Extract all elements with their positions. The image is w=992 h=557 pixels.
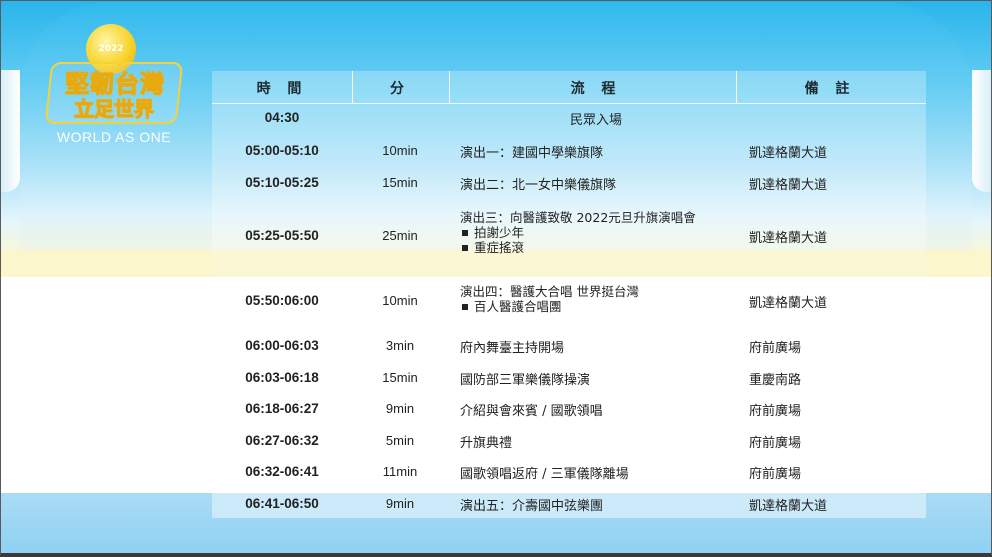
event-logo: 2022 堅韌台灣 立足世界 WORLD AS ONE bbox=[44, 24, 184, 154]
header-minutes: 分 bbox=[390, 81, 410, 97]
header-column-divider bbox=[736, 71, 737, 104]
opening-event: 民眾入場 bbox=[569, 113, 622, 128]
header-time: 時 間 bbox=[256, 81, 308, 97]
row-program-title: 演出三：向醫護致敬 2022元旦升旗演唱會 bbox=[460, 210, 696, 225]
row-time: 06:32-06:41 bbox=[245, 464, 319, 479]
row-note: 凱達格蘭大道 bbox=[749, 499, 828, 514]
logo-slogan: WORLD AS ONE bbox=[56, 129, 172, 145]
row-note: 凱達格蘭大道 bbox=[749, 296, 828, 311]
row-note: 重慶南路 bbox=[749, 373, 802, 388]
row-minutes: 10min bbox=[382, 143, 418, 158]
bullet-icon bbox=[462, 304, 468, 310]
row-program: 演出五：介壽國中弦樂團 bbox=[460, 499, 604, 514]
row-program-sub: 拍謝少年 bbox=[460, 225, 696, 240]
row-time: 05:25-05:50 bbox=[245, 228, 319, 243]
row-note: 凱達格蘭大道 bbox=[749, 146, 828, 161]
left-side-panel bbox=[0, 70, 20, 192]
row-note: 府前廣場 bbox=[749, 341, 802, 356]
row-program: 演出三：向醫護致敬 2022元旦升旗演唱會 拍謝少年 重症搖滾 bbox=[460, 210, 696, 255]
row-time: 06:00-06:03 bbox=[245, 338, 319, 353]
row-time: 05:10-05:25 bbox=[245, 175, 319, 190]
row-program: 升旗典禮 bbox=[460, 436, 513, 451]
row-time: 05:00-05:10 bbox=[245, 143, 319, 158]
row-program: 國歌領唱返府 / 三軍儀隊離場 bbox=[460, 467, 629, 482]
row-minutes: 5min bbox=[385, 433, 415, 448]
logo-line-2: 立足世界 bbox=[74, 97, 155, 122]
logo-year: 2022 bbox=[98, 44, 124, 54]
row-time: 06:27-06:32 bbox=[245, 433, 319, 448]
header-divider bbox=[212, 103, 926, 104]
row-minutes: 10min bbox=[382, 293, 418, 308]
row-note: 府前廣場 bbox=[749, 467, 802, 482]
right-side-panel bbox=[972, 70, 992, 192]
row-minutes: 15min bbox=[382, 370, 418, 385]
row-minutes: 25min bbox=[382, 228, 418, 243]
row-program: 國防部三軍樂儀隊操演 bbox=[460, 373, 591, 388]
header-notes: 備 註 bbox=[804, 81, 856, 97]
header-column-divider bbox=[352, 71, 353, 104]
row-minutes: 9min bbox=[385, 496, 415, 511]
row-note: 凱達格蘭大道 bbox=[749, 178, 828, 193]
row-minutes: 15min bbox=[382, 175, 418, 190]
row-time: 05:50:06:00 bbox=[245, 293, 319, 308]
row-time: 06:41-06:50 bbox=[245, 496, 319, 511]
row-program: 演出一：建國中學樂旗隊 bbox=[460, 146, 604, 161]
row-minutes: 3min bbox=[385, 338, 415, 353]
row-program-sub: 重症搖滾 bbox=[460, 240, 696, 255]
row-note: 府前廣場 bbox=[749, 404, 802, 419]
row-program: 府內舞臺主持開場 bbox=[460, 341, 565, 356]
header-program: 流 程 bbox=[570, 81, 622, 97]
row-program: 演出二：北一女中樂儀旗隊 bbox=[460, 178, 617, 193]
row-minutes: 11min bbox=[382, 464, 418, 479]
row-program: 演出四：醫護大合唱 世界挺台灣 百人醫護合唱團 bbox=[460, 284, 639, 314]
row-program: 介紹與會來賓 / 國歌領唱 bbox=[460, 404, 603, 419]
row-time: 06:18-06:27 bbox=[245, 401, 319, 416]
row-note: 凱達格蘭大道 bbox=[749, 231, 828, 246]
row-minutes: 9min bbox=[385, 401, 415, 416]
row-time: 06:03-06:18 bbox=[245, 370, 319, 385]
opening-time: 04:30 bbox=[264, 110, 300, 125]
row-note: 府前廣場 bbox=[749, 436, 802, 451]
header-column-divider bbox=[449, 71, 450, 104]
bullet-icon bbox=[462, 245, 468, 251]
row-program-title: 演出四：醫護大合唱 世界挺台灣 bbox=[460, 284, 639, 299]
row-program-sub: 百人醫護合唱團 bbox=[460, 299, 639, 314]
bullet-icon bbox=[462, 230, 468, 236]
